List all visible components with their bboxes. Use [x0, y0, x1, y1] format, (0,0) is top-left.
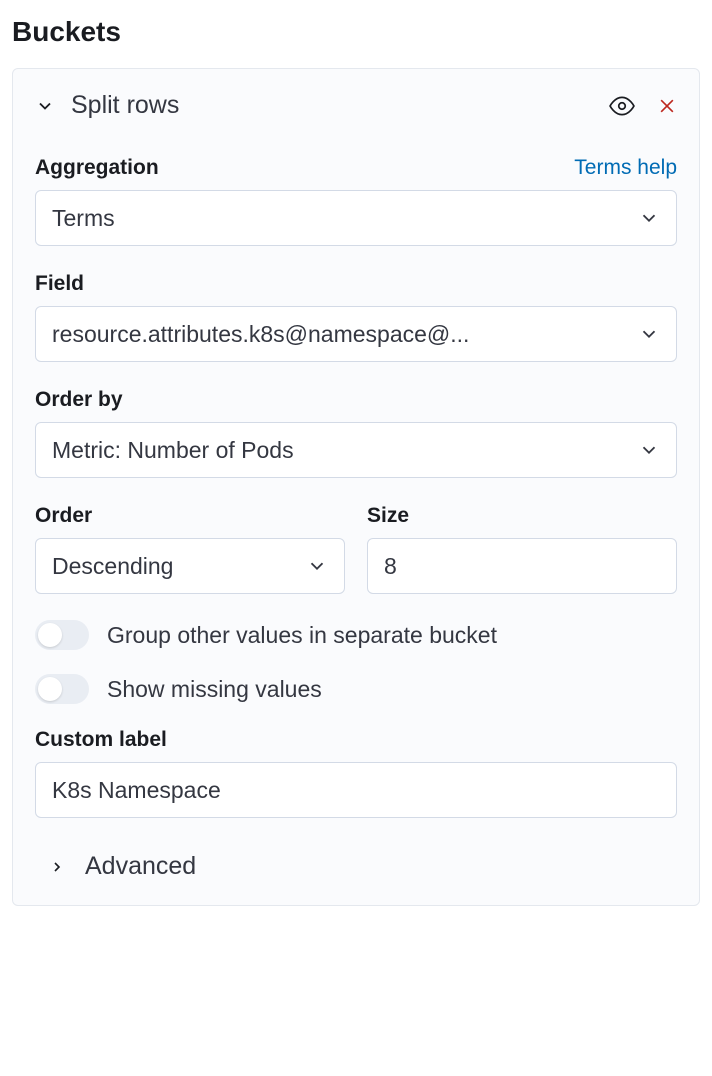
- orderby-value: Metric: Number of Pods: [52, 437, 294, 464]
- custom-label-label: Custom label: [35, 728, 167, 752]
- field-label: Field: [35, 272, 84, 296]
- chevron-down-icon: [638, 323, 660, 345]
- group-other-label: Group other values in separate bucket: [107, 622, 497, 649]
- field-select[interactable]: resource.attributes.k8s@namespace@...: [35, 306, 677, 362]
- orderby-label: Order by: [35, 388, 123, 412]
- field-field: Field resource.attributes.k8s@namespace@…: [35, 272, 677, 362]
- switch-knob: [38, 677, 62, 701]
- size-label: Size: [367, 504, 409, 528]
- orderby-select[interactable]: Metric: Number of Pods: [35, 422, 677, 478]
- show-missing-switch[interactable]: [35, 674, 89, 704]
- advanced-label: Advanced: [85, 852, 196, 881]
- visibility-toggle-icon[interactable]: [609, 93, 635, 119]
- aggregation-label: Aggregation: [35, 156, 159, 180]
- order-size-row: Order Descending Size: [35, 504, 677, 594]
- panel-header-left[interactable]: Split rows: [35, 91, 179, 120]
- chevron-right-icon: [49, 859, 65, 875]
- terms-help-link[interactable]: Terms help: [574, 156, 677, 180]
- aggregation-select[interactable]: Terms: [35, 190, 677, 246]
- order-field: Order Descending: [35, 504, 345, 594]
- panel-header: Split rows: [35, 91, 677, 120]
- order-label: Order: [35, 504, 92, 528]
- switch-knob: [38, 623, 62, 647]
- chevron-down-icon: [638, 439, 660, 461]
- aggregation-value: Terms: [52, 205, 115, 232]
- field-value: resource.attributes.k8s@namespace@...: [52, 321, 469, 348]
- orderby-field: Order by Metric: Number of Pods: [35, 388, 677, 478]
- remove-bucket-icon[interactable]: [657, 96, 677, 116]
- bucket-panel: Split rows Aggregation Terms help Terms …: [12, 68, 700, 906]
- show-missing-label: Show missing values: [107, 676, 322, 703]
- chevron-down-icon: [306, 555, 328, 577]
- size-input[interactable]: [367, 538, 677, 594]
- show-missing-switch-row: Show missing values: [35, 674, 677, 704]
- order-select[interactable]: Descending: [35, 538, 345, 594]
- custom-label-input[interactable]: [35, 762, 677, 818]
- chevron-down-icon: [638, 207, 660, 229]
- order-value: Descending: [52, 553, 173, 580]
- size-field: Size: [367, 504, 677, 594]
- group-other-switch[interactable]: [35, 620, 89, 650]
- custom-label-field: Custom label: [35, 728, 677, 818]
- advanced-toggle[interactable]: Advanced: [49, 852, 677, 881]
- collapse-icon: [35, 96, 55, 116]
- section-title: Buckets: [12, 16, 700, 48]
- panel-title: Split rows: [71, 91, 179, 120]
- aggregation-field: Aggregation Terms help Terms: [35, 156, 677, 246]
- group-other-switch-row: Group other values in separate bucket: [35, 620, 677, 650]
